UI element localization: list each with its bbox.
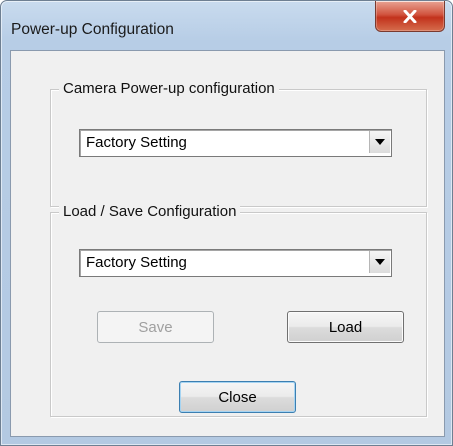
chevron-down-icon: [375, 139, 385, 145]
load-save-dropdown[interactable]: Factory Setting: [79, 249, 392, 277]
camera-powerup-group-label: Camera Power-up configuration: [59, 80, 279, 98]
camera-powerup-dropdown[interactable]: Factory Setting: [79, 129, 392, 157]
camera-powerup-group: Camera Power-up configuration Factory Se…: [50, 80, 427, 207]
close-x-icon: [403, 9, 417, 23]
chevron-down-icon: [375, 259, 385, 265]
load-save-group-label: Load / Save Configuration: [59, 203, 241, 221]
window-title: Power-up Configuration: [11, 21, 174, 38]
title-bar[interactable]: Power-up Configuration: [1, 1, 452, 51]
load-button[interactable]: Load: [287, 311, 404, 343]
close-button[interactable]: Close: [179, 381, 296, 413]
load-save-dropdown-value: Factory Setting: [86, 254, 187, 271]
camera-powerup-dropdown-value: Factory Setting: [86, 134, 187, 151]
dialog-client-area: Camera Power-up configuration Factory Se…: [10, 50, 445, 437]
load-save-dropdown-button[interactable]: [369, 251, 390, 273]
window-close-button[interactable]: [375, 1, 445, 32]
save-button[interactable]: Save: [97, 311, 214, 343]
camera-powerup-dropdown-button[interactable]: [369, 131, 390, 153]
dialog-window: Power-up Configuration Camera Power-up c…: [0, 0, 453, 446]
